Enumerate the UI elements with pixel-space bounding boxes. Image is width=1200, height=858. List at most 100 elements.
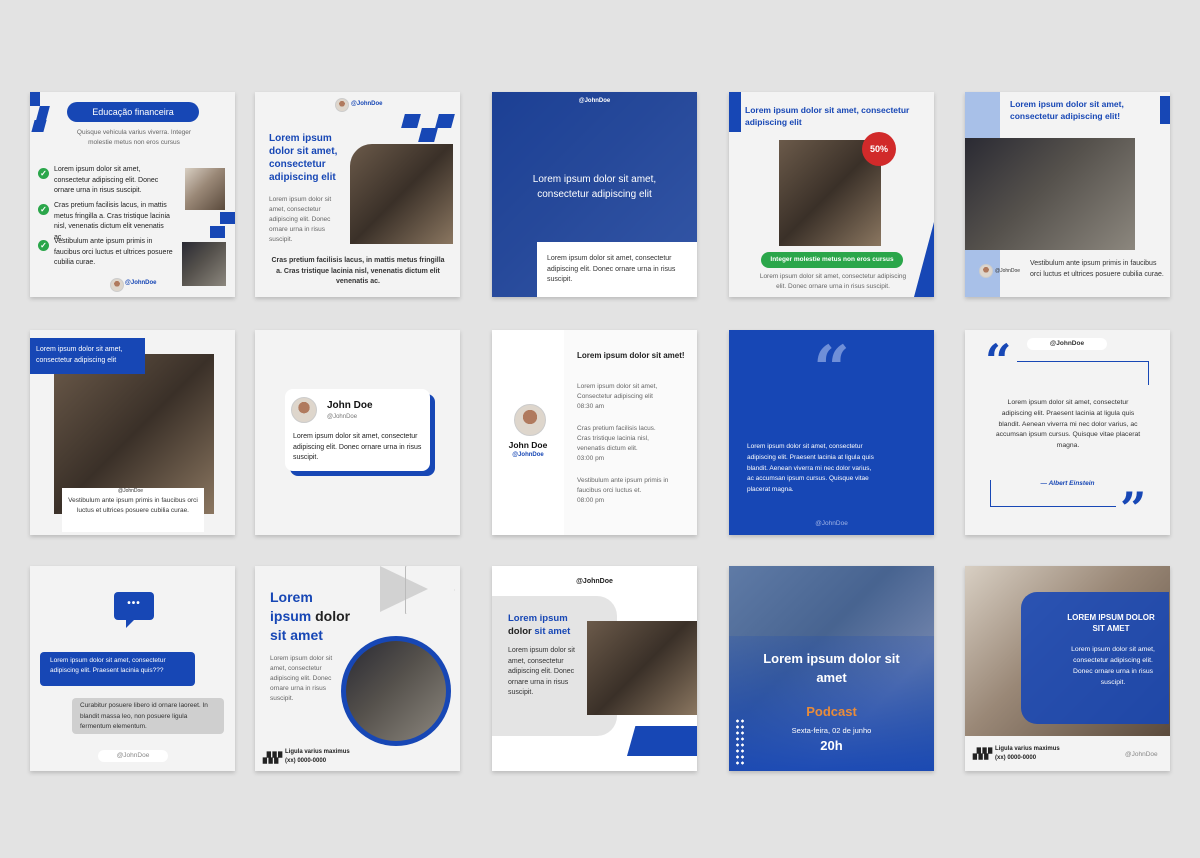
- body-text: Vestibulum ante ipsum primis in faucibus…: [68, 497, 198, 514]
- logo-icon: ▞▞▞: [263, 753, 282, 764]
- entry-time: 03:00 pm: [577, 455, 605, 462]
- handle: @JohnDoe: [118, 488, 144, 494]
- post-template-executive: Lorem ipsum dolor sit amet Lorem ipsum d…: [255, 566, 460, 771]
- author-name: John Doe: [508, 440, 548, 450]
- avatar: [335, 98, 349, 112]
- author-name: John Doe: [327, 400, 373, 411]
- close-quote-icon: ”: [1120, 482, 1147, 535]
- handle-pill: @JohnDoe: [98, 750, 168, 762]
- quote-text: Lorem ipsum dolor sit amet, consectetur …: [747, 443, 874, 494]
- entry-time: 08:00 pm: [577, 497, 605, 504]
- author-handle: @JohnDoe: [512, 452, 544, 458]
- post-template-podcast: Lorem ipsum dolor sit amet Podcast Sexta…: [729, 566, 934, 771]
- quote-text: Lorem ipsum dolor sit amet, consectetur …: [995, 399, 1141, 450]
- check-icon: ✓: [38, 168, 49, 179]
- list-item: Vestibulum ante ipsum primis in faucibus…: [54, 238, 173, 266]
- headline-word: dolor: [508, 626, 532, 637]
- event-time: 20h: [820, 738, 843, 753]
- headline: Lorem ipsum dolor sit amet!: [577, 351, 685, 360]
- small-text: Lorem ipsum dolor sit amet, consectetur …: [269, 196, 332, 243]
- decor-shape: [36, 106, 50, 120]
- decor-shape: [1160, 96, 1170, 124]
- body-text: Lorem ipsum dolor sit amet, consectetur …: [1071, 646, 1155, 686]
- post-template-tweet: John Doe @JohnDoe Lorem ipsum dolor sit …: [255, 330, 460, 535]
- avatar: [514, 404, 546, 436]
- quote-icon: “: [813, 332, 850, 407]
- arrow-decor: [405, 566, 455, 614]
- cta-button[interactable]: Integer molestie metus non eros cursus: [761, 252, 903, 268]
- laptop-photo: [182, 242, 226, 286]
- headline-line-1: Lorem: [270, 589, 313, 605]
- entry-text: Vestibulum ante ipsum primis in faucibus…: [577, 477, 669, 494]
- body-text: Cras pretium facilisis lacus, in mattis …: [271, 257, 445, 285]
- office-worker-photo: [587, 621, 697, 715]
- post-template-man-at-desk: Lorem ipsum dolor sit amet, consectetur …: [30, 330, 235, 535]
- post-template-businessman-call: LOREM IPSUM DOLOR SIT AMET Lorem ipsum d…: [965, 566, 1170, 771]
- decor-shape: [30, 92, 40, 106]
- body-text: Lorem ipsum dolor sit amet, consectetur …: [547, 255, 676, 283]
- footer-text: Ligula varius maximus: [995, 746, 1060, 752]
- divider: [1148, 361, 1149, 385]
- decor-shape: [210, 226, 225, 238]
- avatar: [110, 278, 124, 292]
- headline-line-1: Lorem ipsum: [508, 613, 568, 624]
- dots-icon: •••: [127, 598, 141, 609]
- body-text: Vestibulum ante ipsum primis in faucibus…: [1030, 260, 1164, 278]
- body-text: Lorem ipsum dolor sit amet, consectetur …: [508, 647, 575, 696]
- check-icon: ✓: [38, 240, 49, 251]
- handle: @JohnDoe: [995, 268, 1021, 274]
- decor-shape: [435, 114, 455, 128]
- decor-shape: [627, 726, 697, 756]
- dots-decor: [735, 718, 745, 766]
- subtitle: Quisque vehicula varius viverra. Integer…: [76, 129, 192, 146]
- post-template-chat: ••• Lorem ipsum dolor sit amet, consecte…: [30, 566, 235, 771]
- post-template-schedule: John Doe @JohnDoe Lorem ipsum dolor sit …: [492, 330, 697, 535]
- handle-pill: @JohnDoe: [1027, 338, 1107, 350]
- post-template-money-exchange: @JohnDoe Lorem ipsum dolor sit amet, con…: [255, 92, 460, 297]
- decor-shape: [914, 222, 934, 297]
- check-icon: ✓: [38, 204, 49, 215]
- message-text: Curabitur posuere libero id ornare laore…: [80, 702, 208, 730]
- message-text: Lorem ipsum dolor sit amet, consectetur …: [50, 657, 166, 674]
- footer-phone: (xx) 0000-0000: [995, 755, 1037, 761]
- money-handoff-photo: [350, 144, 453, 244]
- handle: @JohnDoe: [815, 520, 848, 527]
- handle: @JohnDoe: [125, 280, 157, 286]
- entry-text: Cras pretium facilisis lacus. Cras trist…: [577, 425, 656, 452]
- headline: Lorem ipsum dolor sit amet, consectetur …: [532, 174, 657, 200]
- decor-shape: [31, 120, 47, 132]
- decor-shape: [729, 92, 741, 132]
- event-date: Sexta-feira, 02 de junho: [791, 726, 872, 735]
- headline: Lorem ipsum dolor sit amet, consectetur …: [36, 346, 123, 364]
- discount-badge: 50%: [862, 132, 896, 166]
- list-item: Lorem ipsum dolor sit amet, consectetur …: [54, 166, 159, 194]
- topic-pill: Educação financeira: [67, 102, 199, 122]
- headline: Lorem ipsum dolor sit amet, consectetur …: [1010, 99, 1124, 121]
- post-template-blue-quote: “ Lorem ipsum dolor sit amet, consectetu…: [729, 330, 934, 535]
- headline-word: dolor: [315, 608, 351, 624]
- post-template-office: @JohnDoe Lorem ipsum dolor sit amet Lore…: [492, 566, 697, 771]
- author-handle: @JohnDoe: [327, 414, 358, 420]
- post-template-blue-photo: @JohnDoe Lorem ipsum dolor sit amet, con…: [492, 92, 697, 297]
- post-template-financial-education: Educação financeira Quisque vehicula var…: [30, 92, 235, 297]
- post-template-discount: Lorem ipsum dolor sit amet, consectetur …: [729, 92, 934, 297]
- post-template-trading: Lorem ipsum dolor sit amet, consectetur …: [965, 92, 1170, 297]
- podcast-label: Podcast: [806, 704, 857, 719]
- decor-shape: [418, 128, 438, 142]
- avatar: [291, 397, 317, 423]
- divider: [1017, 361, 1149, 362]
- logo-icon: ▞▞▞: [973, 749, 992, 760]
- footer-text: Ligula varius maximus: [285, 749, 350, 755]
- body-text: Lorem ipsum dolor sit amet, consectetur …: [270, 655, 333, 702]
- decor-shape: [220, 212, 235, 224]
- body-text: Lorem ipsum dolor sit amet, consectetur …: [759, 273, 907, 290]
- handle: @JohnDoe: [576, 578, 613, 585]
- headline: Lorem ipsum dolor sit amet, consectetur …: [269, 133, 338, 183]
- divider: [990, 506, 1116, 507]
- chat-bubble-tail: [126, 618, 136, 628]
- headline-word: sit amet: [534, 626, 571, 637]
- entry-time: 08:30 am: [577, 403, 605, 410]
- divider: [990, 480, 991, 506]
- headline-line-3: sit amet: [270, 627, 323, 643]
- post-template-einstein-quote: @JohnDoe “ Lorem ipsum dolor sit amet, c…: [965, 330, 1170, 535]
